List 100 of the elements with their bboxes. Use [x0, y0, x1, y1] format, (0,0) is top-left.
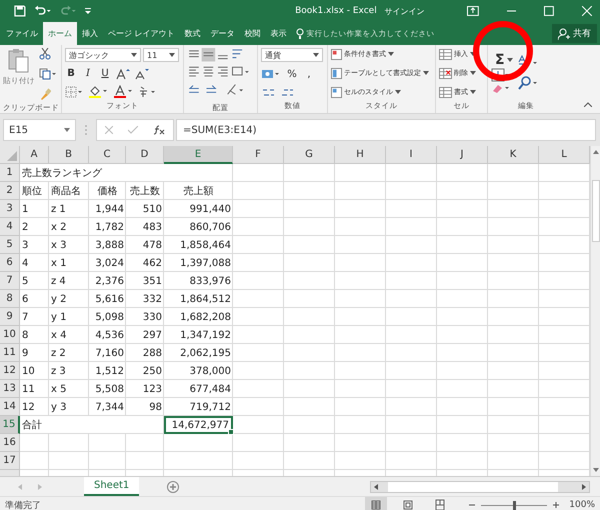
lightbulb-icon [296, 28, 304, 40]
ribbon-tab[interactable]: 校閲 [240, 22, 266, 45]
row-header[interactable]: 6 [0, 254, 20, 272]
currency-icon[interactable] [261, 68, 281, 80]
vertical-scrollbar[interactable] [590, 146, 600, 476]
column-header[interactable]: K [488, 146, 539, 164]
column-header[interactable]: I [386, 146, 437, 164]
ribbon-display-icon[interactable] [466, 6, 479, 16]
row-header[interactable]: 13 [0, 380, 20, 398]
increase-font-size-icon[interactable] [116, 68, 130, 80]
table-cell-text: 3 [21, 238, 30, 252]
share-button[interactable]: 共有 [552, 24, 597, 43]
zoom-in-icon[interactable] [553, 502, 560, 508]
column-header[interactable]: E [164, 146, 233, 164]
formula-field[interactable]: =SUM(E3:E14) [176, 119, 596, 141]
sheet-tab[interactable]: Sheet1 [84, 477, 140, 496]
row-header[interactable]: 5 [0, 236, 20, 254]
font-name-dropdown[interactable]: 游ゴシック [65, 48, 141, 62]
close-icon[interactable] [582, 6, 592, 16]
name-box[interactable]: E15 [3, 119, 76, 141]
font-color-icon[interactable] [113, 85, 133, 98]
table-cell-text: 2,062,195 [179, 346, 232, 360]
column-header[interactable]: L [539, 146, 590, 164]
undo-icon[interactable] [34, 5, 52, 17]
ribbon-tab[interactable]: 表示 [266, 22, 292, 45]
row-header[interactable]: 7 [0, 272, 20, 290]
customize-icon[interactable] [85, 7, 92, 15]
caret-icon [470, 52, 476, 56]
column-header[interactable]: B [49, 146, 89, 164]
table-cell-text: y 3 [50, 400, 68, 414]
row-header[interactable]: 8 [0, 290, 20, 308]
ribbon-tab[interactable]: ファイル [1, 22, 43, 45]
column-header[interactable]: J [437, 146, 488, 164]
row-header[interactable]: 17 [0, 452, 20, 470]
phonetic-icon[interactable] [138, 86, 156, 98]
table-cell-text: 7 [21, 310, 30, 324]
scrollbar-thumb[interactable] [592, 180, 600, 242]
table-cell-text: 1,944 [94, 202, 125, 216]
scrollbar-thumb[interactable] [388, 482, 558, 492]
column-header[interactable]: G [284, 146, 335, 164]
ribbon-tab[interactable]: ホーム [43, 22, 77, 45]
font-size-dropdown[interactable]: 11 [143, 48, 179, 62]
ribbon-tab[interactable]: データ [206, 22, 240, 45]
ribbon-tab[interactable]: ページ レイアウト [103, 22, 180, 45]
number-format-dropdown[interactable]: 通貨 [261, 48, 323, 62]
autosum-button[interactable]: Σ [495, 52, 513, 68]
row-header[interactable]: 15 [0, 416, 20, 434]
table-cell-text: z 2 [50, 346, 67, 360]
percent-button[interactable]: % [286, 68, 298, 80]
table-cell-text: 順位 [21, 185, 43, 199]
table-cell-text: 330 [142, 310, 163, 324]
ribbon-tab[interactable]: 挿入 [77, 22, 103, 45]
row-header[interactable]: 3 [0, 200, 20, 218]
table-cell-text: 5,508 [94, 382, 125, 396]
column-header[interactable]: A [20, 146, 49, 164]
decrease-font-size-icon[interactable] [135, 68, 149, 80]
insert-function-icon[interactable] [153, 125, 166, 135]
table-cell-text: 4 [21, 256, 30, 270]
scissors-icon[interactable] [39, 48, 51, 60]
zoom-out-icon[interactable] [469, 502, 476, 508]
row-header[interactable]: 4 [0, 218, 20, 236]
row-header[interactable]: 1 [0, 164, 20, 182]
row-header[interactable]: 10 [0, 326, 20, 344]
scroll-left-icon[interactable] [374, 484, 378, 490]
search-icon[interactable] [516, 75, 539, 91]
table-cell-text: z 1 [50, 202, 67, 216]
copy-icon[interactable] [39, 68, 57, 80]
highlight-circle [472, 20, 534, 82]
ribbon-tab[interactable]: 数式 [180, 22, 206, 45]
scroll-right-icon[interactable] [582, 484, 586, 490]
column-header[interactable]: F [233, 146, 284, 164]
row-header[interactable]: 12 [0, 362, 20, 380]
bold-button[interactable]: B [65, 68, 77, 79]
maximize-icon[interactable] [544, 6, 554, 16]
save-icon[interactable] [14, 5, 26, 17]
underline-button[interactable]: U [99, 68, 111, 79]
scroll-up-icon[interactable] [592, 150, 598, 154]
slider-thumb[interactable] [513, 500, 516, 510]
fill-color-icon[interactable] [88, 85, 108, 98]
borders-icon[interactable] [65, 86, 83, 98]
table-cell-text: 売上額 [182, 184, 214, 199]
horizontal-scrollbar[interactable] [370, 480, 590, 492]
drag-handle-icon[interactable] [85, 125, 87, 135]
column-header[interactable]: H [335, 146, 386, 164]
normal-view-icon[interactable] [365, 497, 388, 510]
comma-button[interactable]: , [303, 68, 315, 80]
row-header[interactable]: 14 [0, 398, 20, 416]
column-header[interactable]: D [126, 146, 164, 164]
collapse-ribbon-icon[interactable] [584, 102, 592, 107]
table-cell: 14,672,977 [164, 416, 233, 434]
caret-icon [506, 58, 513, 62]
scroll-down-icon[interactable] [592, 468, 598, 472]
row-header[interactable]: 16 [0, 434, 20, 452]
italic-button[interactable]: I [82, 68, 94, 79]
add-sheet-icon[interactable] [167, 480, 180, 492]
row-header[interactable]: 2 [0, 182, 20, 200]
column-header[interactable]: C [89, 146, 126, 164]
row-header[interactable]: 9 [0, 308, 20, 326]
row-header[interactable]: 11 [0, 344, 20, 362]
signin-button[interactable]: サインイン [384, 6, 425, 16]
